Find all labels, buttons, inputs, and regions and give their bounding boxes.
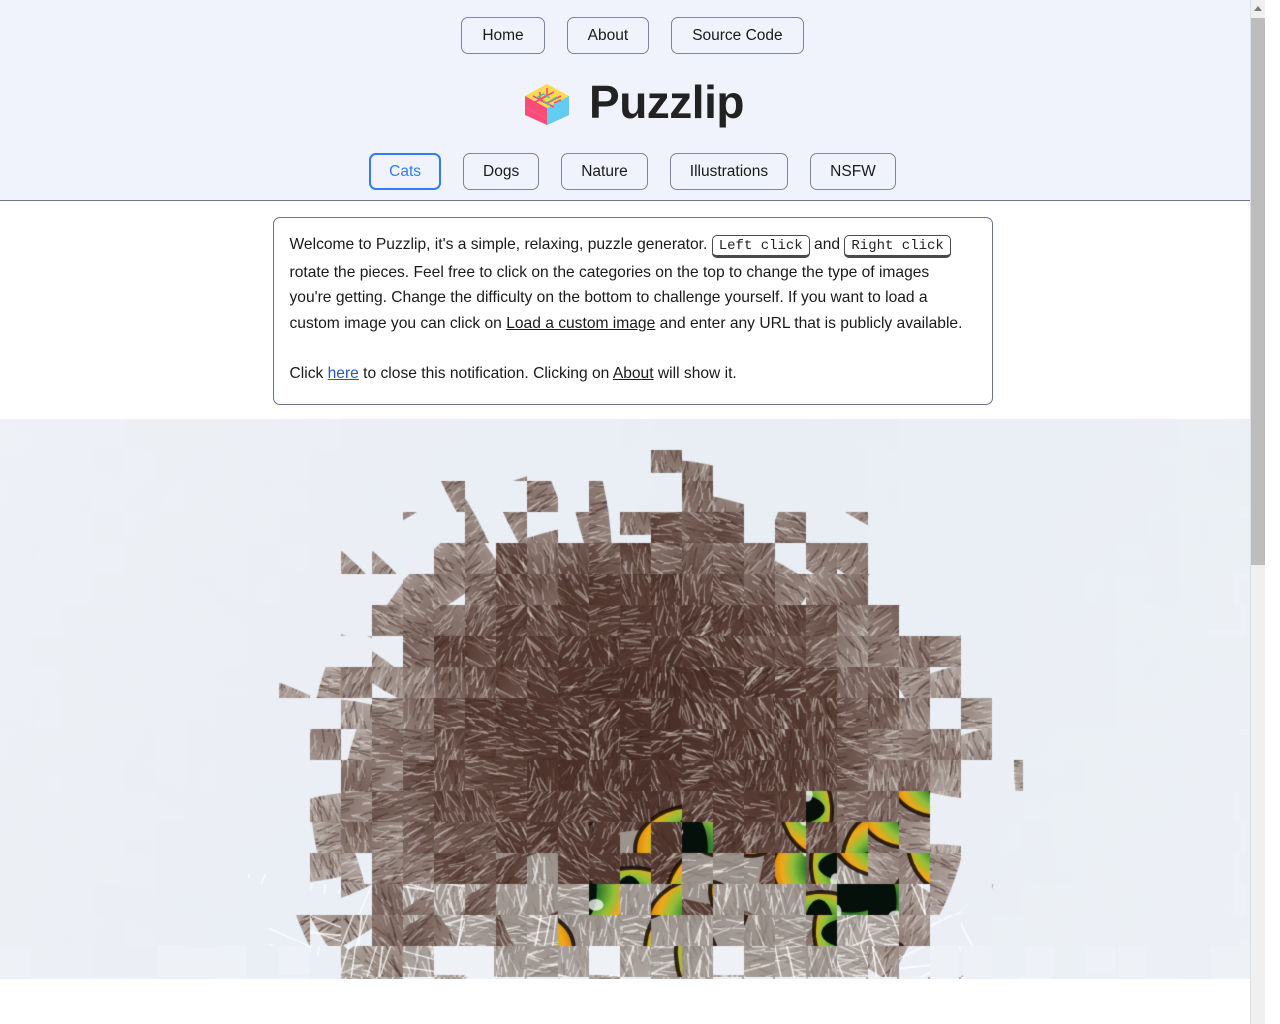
puzzle-board[interactable] (0, 418, 1265, 979)
tab-nature[interactable]: Nature (561, 153, 648, 190)
page-title: Puzzlip (589, 76, 744, 128)
top-nav: Home About Source Code (0, 17, 1265, 54)
notification-region: Welcome to Puzzlip, it's a simple, relax… (0, 201, 1265, 419)
scrollbar-track[interactable] (1251, 565, 1265, 1024)
tab-dogs[interactable]: Dogs (463, 153, 540, 190)
notif2-text-1: Click (289, 365, 328, 382)
scrollbar-thumb[interactable] (1251, 18, 1265, 565)
notification-paragraph-2: Click here to close this notification. C… (290, 361, 976, 387)
about-link[interactable]: About (613, 365, 654, 382)
close-notification-link[interactable]: here (328, 365, 359, 382)
nav-home-button[interactable]: Home (461, 17, 545, 54)
kbd-left-click: Left click (711, 235, 810, 258)
browser-viewport: Home About Source Code Puzzlip Cats Dogs… (0, 0, 1265, 1024)
site-header: Home About Source Code Puzzlip Cats Dogs… (0, 0, 1265, 201)
notif-text-2: and (809, 236, 845, 253)
vertical-scrollbar[interactable] (1250, 0, 1265, 1024)
puzzle-canvas[interactable] (0, 418, 1265, 979)
tab-nsfw[interactable]: NSFW (810, 153, 896, 190)
kbd-right-click: Right click (844, 235, 951, 258)
category-tabs: Cats Dogs Nature Illustrations NSFW (0, 153, 1265, 190)
tab-illustrations[interactable]: Illustrations (669, 153, 789, 190)
notif2-text-2: to close this notification. Clicking on (358, 365, 613, 382)
load-custom-image-link[interactable]: Load a custom image (506, 315, 655, 332)
scroll-up-arrow-icon[interactable] (1251, 0, 1265, 17)
notif-text-4: and enter any URL that is publicly avail… (655, 314, 963, 332)
nav-source-code-button[interactable]: Source Code (671, 17, 804, 54)
notif-text-1: Welcome to Puzzlip, it's a simple, relax… (289, 236, 712, 253)
puzzle-box-icon (525, 84, 570, 125)
brand: Puzzlip (0, 71, 1265, 133)
nav-about-button[interactable]: About (566, 17, 650, 54)
notif2-text-3: will show it. (653, 365, 737, 382)
notification-paragraph-1: Welcome to Puzzlip, it's a simple, relax… (290, 232, 976, 336)
notification-box: Welcome to Puzzlip, it's a simple, relax… (272, 217, 993, 405)
tab-cats[interactable]: Cats (369, 153, 442, 190)
